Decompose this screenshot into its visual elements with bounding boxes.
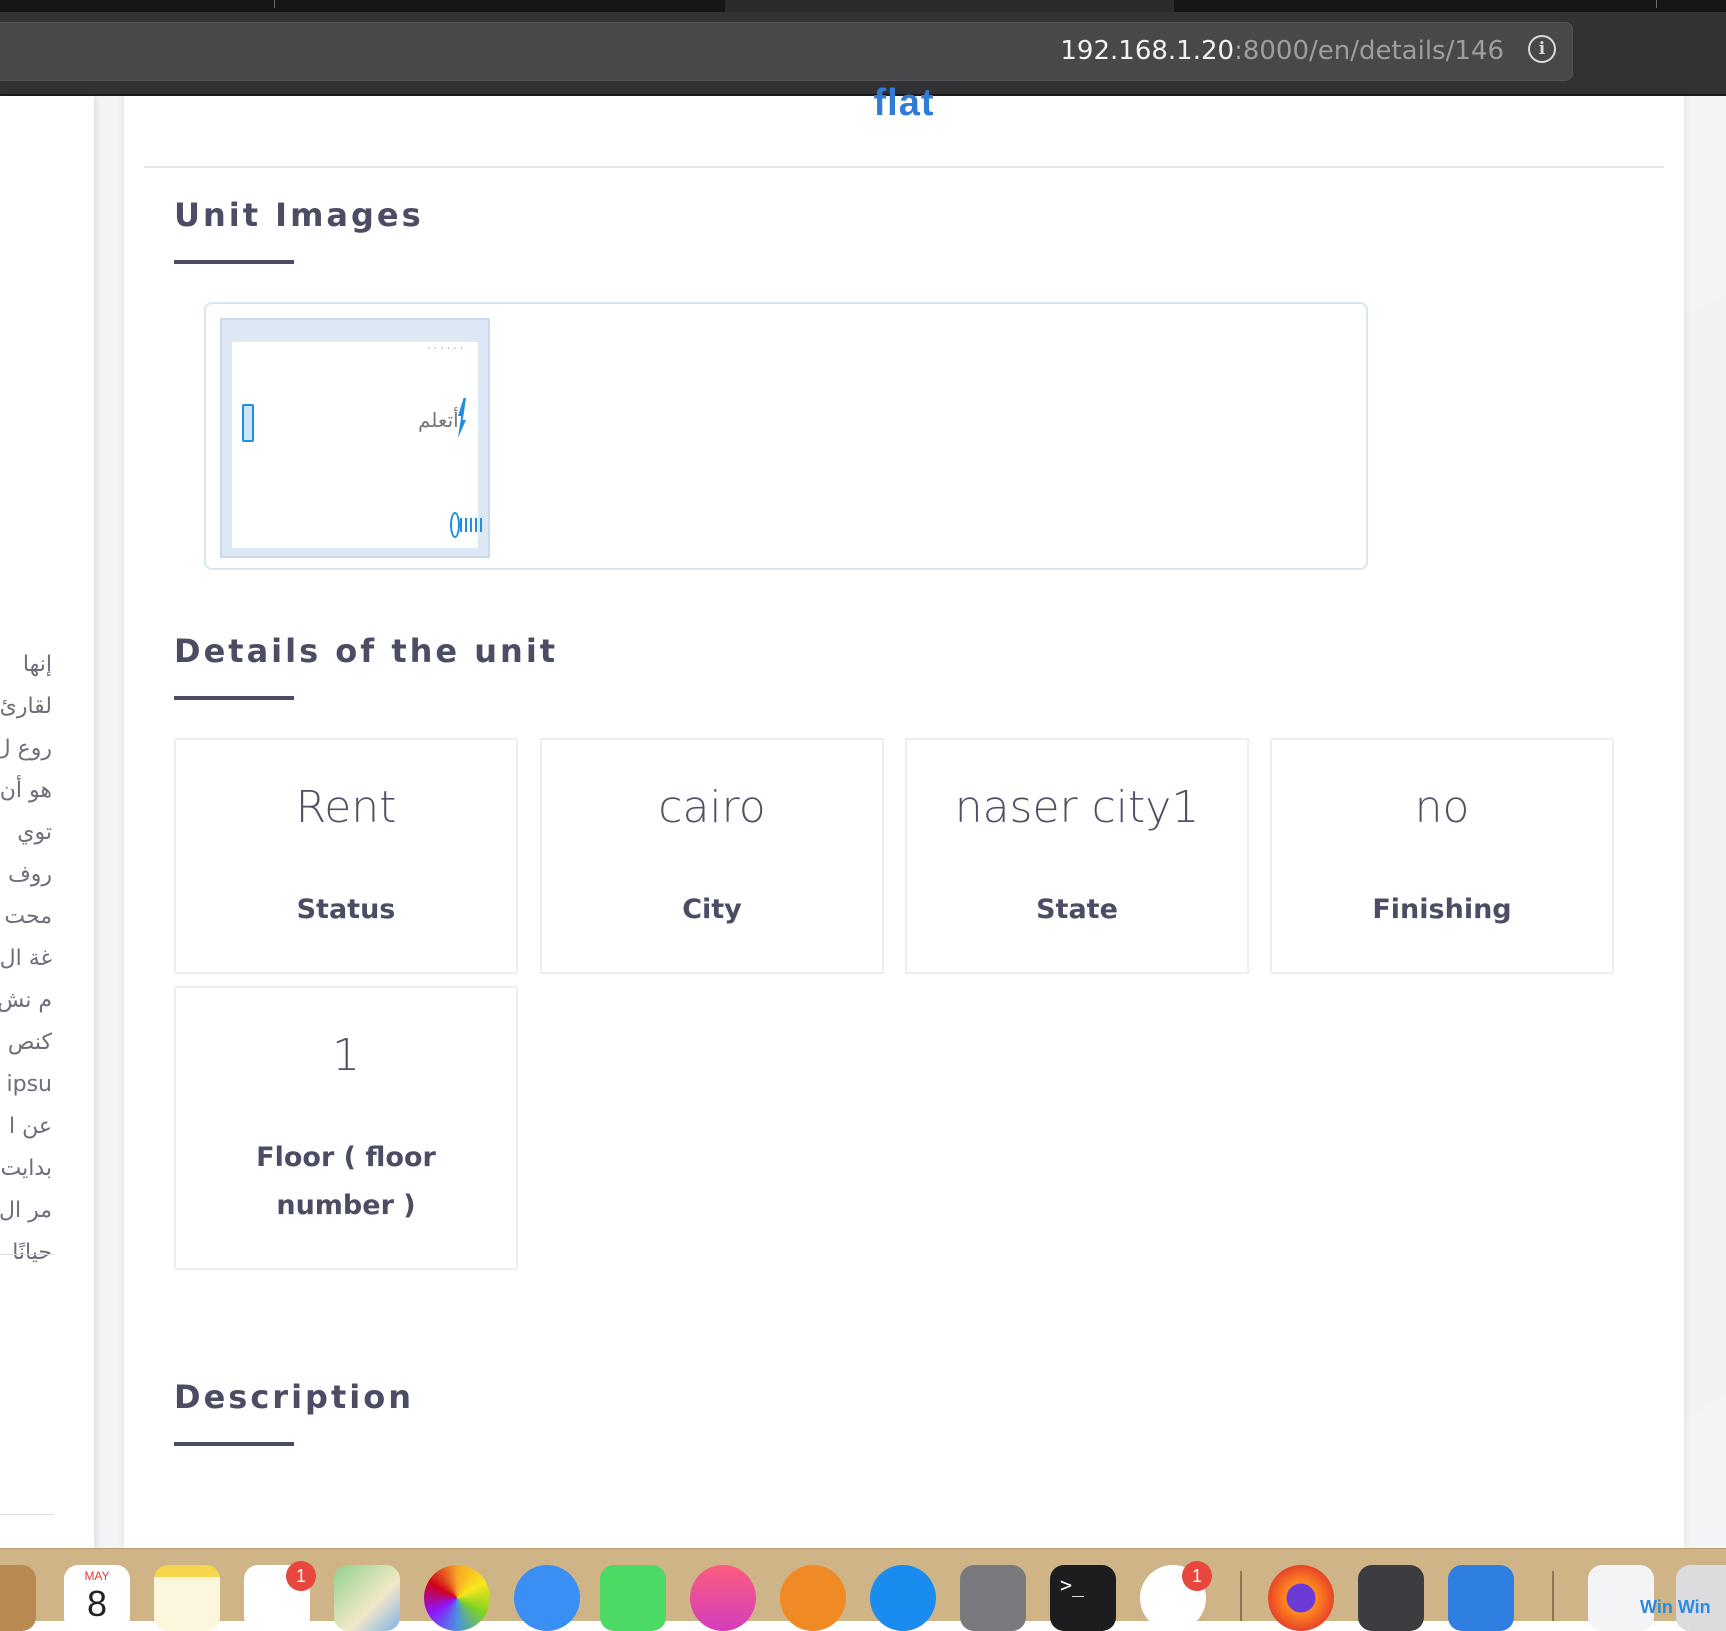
description-heading: Description [174,1378,414,1416]
detail-card-city: cairo City [540,738,884,974]
unit-details-card: flat Unit Images • • • • • • أتعلم Detai… [124,82,1684,1548]
thumbnail-text: أتعلم [418,408,459,432]
dock-separator [1552,1571,1554,1621]
macos-dock: MAY 8 1 >_ 1 Win Win [0,1548,1726,1631]
firefox-icon[interactable] [1268,1565,1334,1631]
tab-separator [1656,0,1657,8]
messages-icon[interactable] [514,1565,580,1631]
divider [0,1254,54,1255]
arabic-line: لقارئ [0,694,52,719]
xcode-icon[interactable] [1448,1565,1514,1631]
detail-card-finishing: no Finishing [1270,738,1614,974]
arabic-line: غة ال [0,946,52,971]
notes-icon[interactable] [154,1565,220,1631]
detail-label: State [1036,894,1118,925]
property-type-title: flat [873,82,935,124]
arabic-line: بدايت [0,1156,52,1181]
detail-card-status: Rent Status [174,738,518,974]
heading-underline [174,696,294,700]
arabic-line: ipsu [6,1072,52,1097]
arabic-line: محت [4,904,52,929]
lightning-icon [458,398,466,438]
divider [144,166,1664,168]
unit-images-heading: Unit Images [174,196,424,234]
dock-separator [1240,1571,1242,1621]
detail-value: 1 [332,1030,360,1081]
browser-tab-strip [0,0,1726,12]
url-path: :8000/en/details/146 [1234,36,1504,66]
detail-label: Floor ( floor number ) [256,1142,436,1221]
arabic-text-block: إنها لقارئ روع ل هو أن توي روف محت غة ال… [0,644,52,1274]
calendar-month: MAY [84,1569,110,1583]
arabic-line: روع ل [0,736,52,761]
browser-tab[interactable] [1174,0,1726,12]
contacts-icon[interactable] [0,1565,36,1631]
decorative-shape [1686,282,1726,1418]
unit-image-thumbnail[interactable]: • • • • • • أتعلم [220,318,490,558]
browser-tab[interactable] [0,0,725,12]
arabic-line: م نش [0,988,52,1013]
address-bar[interactable]: 192.168.1.20:8000/en/details/146 i [0,22,1573,81]
terminal-icon[interactable]: >_ [1050,1565,1116,1631]
arabic-line: إنها [22,652,52,677]
left-side-panel: إنها لقارئ روع ل هو أن توي روف محت غة ال… [0,96,94,1548]
photos-icon[interactable] [424,1565,490,1631]
detail-value: Rent [295,782,397,833]
detail-value: no [1414,782,1470,833]
arabic-line: توي [17,820,52,845]
app-store-icon[interactable] [870,1565,936,1631]
info-icon[interactable]: i [1528,35,1556,63]
reminders-icon[interactable]: 1 [244,1561,316,1631]
url-text[interactable]: 192.168.1.20:8000/en/details/146 [1060,36,1504,66]
logo-bars-icon [460,518,484,532]
tab-separator [274,0,275,8]
detail-value: naser city1 [954,782,1200,833]
detail-label: Finishing [1372,894,1512,925]
win-win-label: Win Win [1640,1597,1711,1617]
thumbnail-dots: • • • • • • [427,346,464,352]
arabic-line: عن ا [9,1114,52,1139]
divider [0,1514,54,1515]
details-heading: Details of the unit [174,632,559,670]
logo-icon [450,512,460,538]
detail-card-floor: 1 Floor ( floor number ) [174,986,518,1270]
arabic-line: كنص [7,1030,52,1055]
sublime-text-icon[interactable] [1358,1565,1424,1631]
arabic-line: حيانًا [12,1240,52,1265]
detail-label: City [682,894,742,925]
maps-icon[interactable] [334,1565,400,1631]
notification-badge: 1 [1182,1561,1212,1591]
slack-icon[interactable]: 1 [1140,1561,1212,1631]
arabic-line: هو أن [0,778,52,803]
detail-card-state: naser city1 State [905,738,1249,974]
detail-label: Status [296,894,396,925]
terminal-prompt: >_ [1060,1573,1085,1597]
system-preferences-icon[interactable] [960,1565,1026,1631]
notification-badge: 1 [286,1561,316,1591]
books-icon[interactable] [780,1565,846,1631]
heading-underline [174,1442,294,1446]
arabic-line: مر ال [0,1198,52,1223]
calendar-day: 8 [86,1583,108,1624]
music-icon[interactable] [690,1565,756,1631]
phone-icon [242,404,254,442]
thumbnail-content: • • • • • • أتعلم [232,340,484,548]
calendar-icon[interactable]: MAY 8 [64,1565,130,1631]
arabic-line: روف [7,862,52,887]
facetime-icon[interactable] [600,1565,666,1631]
url-host: 192.168.1.20 [1060,36,1235,66]
detail-value: cairo [658,782,766,833]
heading-underline [174,260,294,264]
image-gallery: • • • • • • أتعلم [204,302,1368,570]
